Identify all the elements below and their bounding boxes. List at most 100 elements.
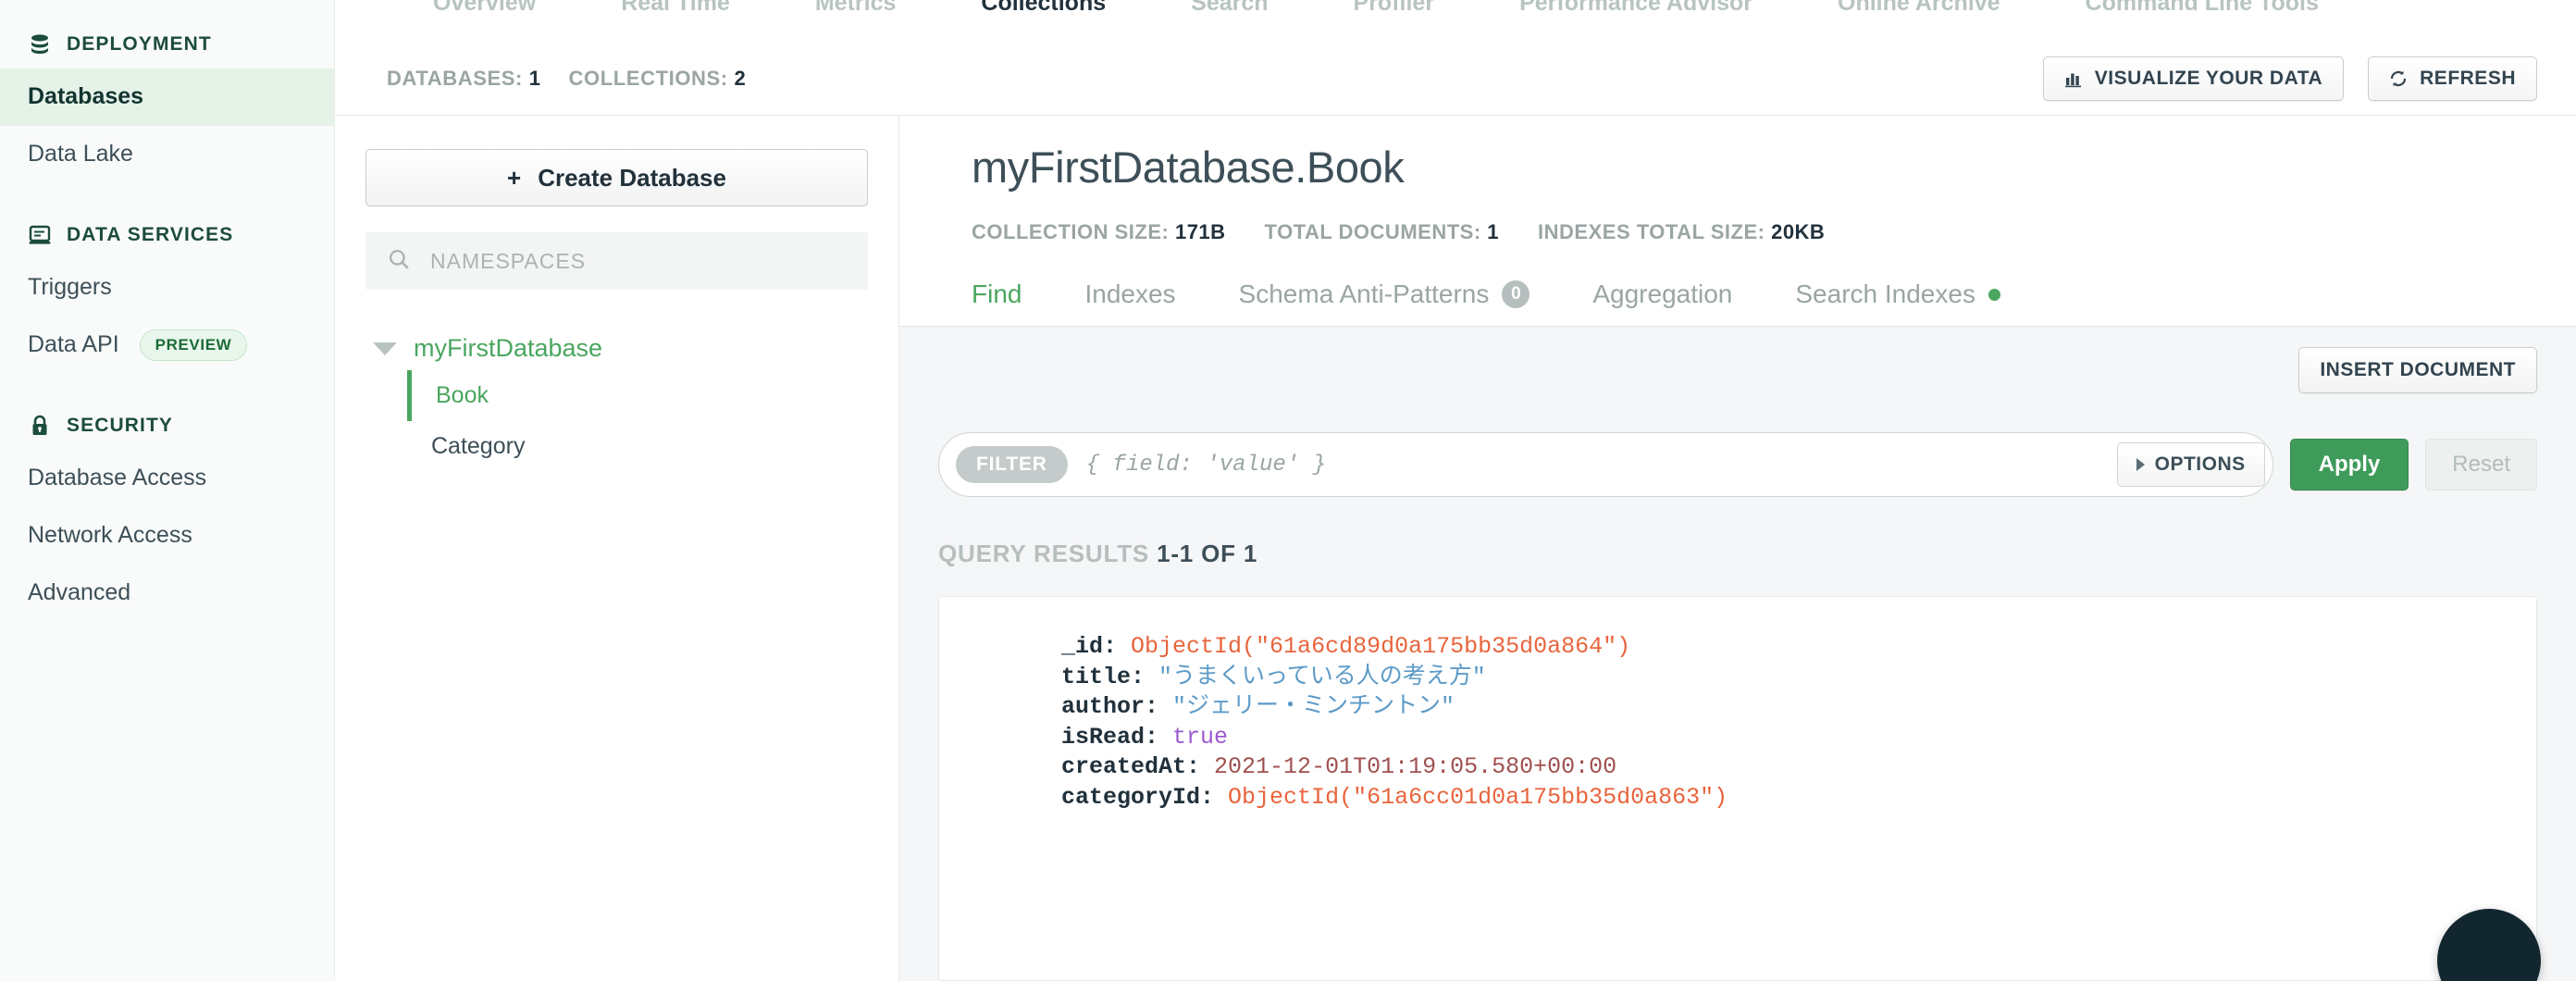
filter-input[interactable] [1085, 452, 2099, 478]
subtab-label: Indexes [1084, 279, 1176, 308]
apply-button[interactable]: Apply [2289, 439, 2409, 490]
field-key: title: [1061, 663, 1146, 690]
body-split: + Create Database myFirstDa [335, 115, 2576, 981]
visualize-your-data-button[interactable]: VISUALIZE YOUR DATA [2042, 56, 2345, 101]
create-database-button[interactable]: + Create Database [365, 149, 868, 206]
stat-label: INDEXES TOTAL SIZE: [1538, 220, 1765, 243]
query-results-label: QUERY RESULTS [938, 540, 1150, 567]
field-key: createdAt: [1061, 753, 1201, 780]
sidebar-group-security: SECURITY [0, 402, 334, 450]
tab-performance-advisor[interactable]: Performance Advisor [1477, 0, 1795, 15]
counters-row: DATABASES: 1 COLLECTIONS: 2 VISUALIZE YO… [335, 43, 2576, 115]
tab-overview[interactable]: Overview [390, 0, 578, 15]
field-value: "うまくいっている人の考え方" [1158, 663, 1486, 690]
refresh-button-label: REFRESH [2420, 68, 2516, 89]
lock-icon [28, 414, 52, 438]
filter-tag: FILTER [956, 446, 1068, 483]
collection-item-category[interactable]: Category [407, 421, 868, 472]
field-key: _id: [1061, 633, 1118, 660]
document-field-author: author: "ジェリー・ミンチントン" [1061, 692, 2536, 723]
tab-search[interactable]: Search [1148, 0, 1310, 15]
query-results-header: QUERY RESULTS 1-1 OF 1 [938, 540, 2537, 568]
field-value: ObjectId("61a6cd89d0a175bb35d0a864") [1131, 633, 1631, 660]
chevron-down-icon[interactable] [373, 341, 397, 355]
search-input[interactable] [430, 248, 846, 274]
collection-stats: COLLECTION SIZE: 171B TOTAL DOCUMENTS: 1… [972, 220, 2520, 244]
filter-box[interactable]: FILTER OPTIONS [938, 432, 2273, 497]
status-dot-icon [1988, 288, 2000, 301]
tab-real-time[interactable]: Real Time [578, 0, 773, 15]
collection-label: Category [431, 433, 526, 459]
sidebar-group-label: DEPLOYMENT [67, 33, 212, 55]
refresh-button[interactable]: REFRESH [2368, 56, 2537, 101]
namespace-search[interactable] [365, 232, 868, 290]
search-icon [388, 248, 410, 275]
subtab-label: Search Indexes [1795, 279, 1975, 308]
atlas-collections-page: DEPLOYMENT Databases Data Lake DATA SERV… [0, 0, 2576, 981]
collection-header: myFirstDatabase.Book COLLECTION SIZE: 17… [899, 116, 2576, 244]
tab-collections[interactable]: Collections [938, 0, 1148, 15]
subtab-schema-anti-patterns[interactable]: Schema Anti-Patterns 0 [1239, 272, 1530, 326]
namespace-tree: myFirstDatabase Book Category [365, 327, 868, 472]
subtab-indexes[interactable]: Indexes [1084, 272, 1175, 326]
page-title: myFirstDatabase.Book [972, 143, 1405, 192]
stat-value: 1 [1487, 220, 1500, 243]
counters: DATABASES: 1 COLLECTIONS: 2 [387, 67, 746, 91]
tab-metrics[interactable]: Metrics [773, 0, 939, 15]
tab-command-line-tools[interactable]: Command Line Tools [2043, 0, 2361, 15]
document-field-title: title: "うまくいっている人の考え方" [1061, 663, 2536, 693]
sidebar-item-label: Advanced [28, 579, 131, 606]
sidebar-item-label: Data Lake [28, 141, 133, 168]
stat-indexes-total-size: INDEXES TOTAL SIZE: 20KB [1538, 220, 1825, 244]
sidebar-item-label: Database Access [28, 465, 207, 491]
subtab-label: Schema Anti-Patterns [1238, 279, 1490, 308]
options-button[interactable]: OPTIONS [2116, 442, 2265, 487]
document-field-categoryid: categoryId: ObjectId("61a6cc01d0a175bb35… [1061, 783, 2536, 813]
field-value: 2021-12-01T01:19:05.580+00:00 [1214, 753, 1617, 780]
insert-row: INSERT DOCUMENT [938, 347, 2537, 393]
chevron-right-icon [2136, 458, 2145, 471]
sidebar-item-network-access[interactable]: Network Access [0, 507, 334, 565]
subtab-aggregation[interactable]: Aggregation [1592, 272, 1732, 326]
collection-item-book[interactable]: Book [407, 370, 868, 421]
subtab-search-indexes[interactable]: Search Indexes [1795, 272, 2000, 326]
document-field-createdat: createdAt: 2021-12-01T01:19:05.580+00:00 [1061, 752, 2536, 783]
namespace-database-row[interactable]: myFirstDatabase [365, 327, 868, 370]
sidebar-item-database-access[interactable]: Database Access [0, 450, 334, 507]
sidebar-item-data-api[interactable]: Data API PREVIEW [0, 317, 334, 374]
sidebar-item-data-lake[interactable]: Data Lake [0, 126, 334, 183]
sidebar-group-label: SECURITY [67, 415, 173, 436]
options-label: OPTIONS [2154, 453, 2246, 475]
create-database-label: Create Database [538, 163, 726, 192]
stat-collection-size: COLLECTION SIZE: 171B [972, 220, 1226, 244]
sidebar-item-advanced[interactable]: Advanced [0, 565, 334, 622]
subtab-label: Find [972, 279, 1022, 308]
data-services-icon [28, 223, 52, 247]
reset-button[interactable]: Reset [2425, 439, 2537, 490]
field-value: ObjectId("61a6cc01d0a175bb35d0a863") [1228, 783, 1728, 811]
document-field-isread: isRead: true [1061, 723, 2536, 753]
sidebar-item-triggers[interactable]: Triggers [0, 259, 334, 317]
stat-value: 20KB [1771, 220, 1826, 243]
insert-document-button[interactable]: INSERT DOCUMENT [2298, 347, 2537, 393]
sidebar: DEPLOYMENT Databases Data Lake DATA SERV… [0, 0, 335, 981]
query-panel: INSERT DOCUMENT FILTER OPTIONS Apply [899, 326, 2576, 981]
collections-counter: COLLECTIONS: 2 [569, 67, 747, 91]
sidebar-group-deployment: DEPLOYMENT [0, 20, 334, 68]
sidebar-item-databases[interactable]: Databases [0, 68, 334, 126]
query-results-total: 1 [1243, 540, 1258, 567]
tab-online-archive[interactable]: Online Archive [1795, 0, 2043, 15]
stat-label: TOTAL DOCUMENTS: [1264, 220, 1481, 243]
document-card[interactable]: _id: ObjectId("61a6cd89d0a175bb35d0a864"… [938, 596, 2537, 981]
subtab-find[interactable]: Find [972, 272, 1022, 326]
database-name[interactable]: myFirstDatabase [414, 334, 602, 363]
subtab-label: Aggregation [1592, 279, 1733, 308]
stat-value: 171B [1174, 220, 1226, 243]
collection-subtabs: Find Indexes Schema Anti-Patterns 0 Aggr… [899, 272, 2576, 326]
top-buttons: VISUALIZE YOUR DATA REFRESH [2042, 56, 2537, 101]
sidebar-item-label: Network Access [28, 522, 192, 549]
collections-counter-value: 2 [734, 67, 747, 90]
tab-profiler[interactable]: Profiler [1311, 0, 1478, 15]
namespaces-column: + Create Database myFirstDa [335, 116, 899, 981]
